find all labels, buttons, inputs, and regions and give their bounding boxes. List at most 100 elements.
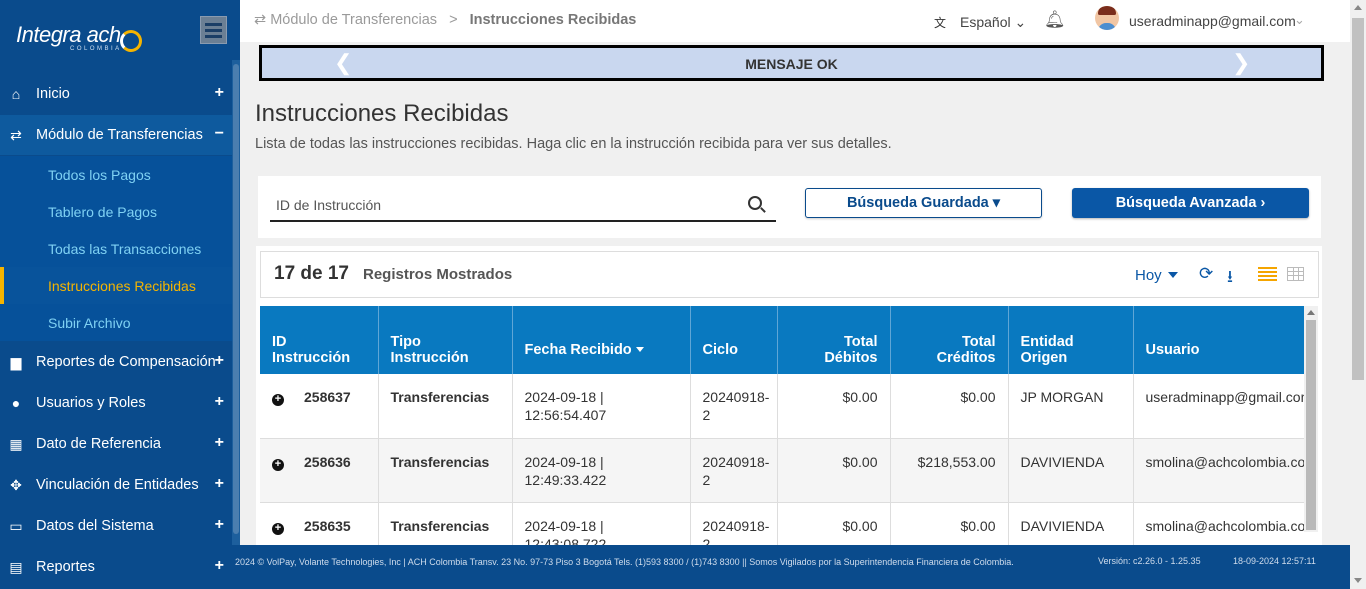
scroll-up-icon[interactable] — [1354, 5, 1362, 10]
scroll-down-icon[interactable] — [1354, 578, 1362, 583]
integra-ach-logo[interactable]: Integra ach COLOMBIA — [16, 22, 166, 62]
sidebar-subitem-instrucciones-recibidas[interactable]: Instrucciones Recibidas — [0, 267, 240, 304]
bell-icon[interactable]: 🔔︎ — [1044, 10, 1066, 30]
page-subtitle: Lista de todas las instrucciones recibid… — [255, 136, 892, 152]
column-header-entidad[interactable]: Entidad Origen — [1008, 306, 1134, 374]
expand-icon[interactable]: + — [215, 393, 224, 411]
results-panel: 17 de 17 Registros Mostrados Hoy ⟳ ⭳ ID … — [256, 246, 1322, 545]
sidebar-item-vinculacion-entidades[interactable]: ✥ Vinculación de Entidades + — [0, 465, 232, 505]
cell-entidad: DAVIVIENDA — [1008, 502, 1134, 545]
column-header-usuario[interactable]: Usuario — [1133, 306, 1304, 374]
sidebar-subitem-todas-las-transacciones[interactable]: Todas las Transacciones — [0, 230, 232, 267]
scrollbar-thumb[interactable] — [233, 64, 239, 534]
record-count: 17 de 17 — [274, 263, 349, 284]
grid-view-icon[interactable] — [1287, 267, 1304, 281]
cell-id-value: 258637 — [304, 389, 351, 405]
cell-entidad: JP MORGAN — [1008, 374, 1134, 439]
sidebar-subitem-tablero-de-pagos[interactable]: Tablero de Pagos — [0, 193, 232, 230]
table-scrollbar[interactable] — [1304, 306, 1318, 532]
sidebar-item-label: Usuarios y Roles — [36, 395, 146, 411]
cell-id-value: 258635 — [304, 517, 351, 534]
chevron-right-icon[interactable]: ❯ — [1232, 50, 1250, 76]
expand-row-icon[interactable]: + — [272, 458, 284, 471]
cell-creditos: $0.00 — [890, 374, 1009, 439]
file-icon: ▆ — [10, 353, 22, 370]
refresh-icon[interactable]: ⟳ — [1199, 264, 1213, 284]
menu-bar — [205, 22, 222, 26]
cell-id: +258637 — [260, 374, 379, 439]
link-icon: ✥ — [10, 476, 22, 493]
table-row[interactable]: +258635 Transferencias 2024-09-18 | 12:4… — [260, 502, 1304, 545]
results-header: 17 de 17 Registros Mostrados Hoy ⟳ ⭳ — [260, 251, 1319, 298]
avatar[interactable] — [1095, 6, 1119, 30]
breadcrumb: ⇄ Módulo de Transferencias > Instruccion… — [254, 12, 636, 28]
table-row[interactable]: +258637 Transferencias 2024-09-18 | 12:5… — [260, 374, 1304, 439]
sidebar-item-reportes[interactable]: ▤ Reportes + — [0, 547, 232, 587]
translate-icon: 文 — [934, 16, 947, 30]
table-row[interactable]: +258636 Transferencias 2024-09-18 | 12:4… — [260, 438, 1304, 503]
period-filter-dropdown[interactable]: Hoy — [1135, 267, 1178, 284]
sidebar-scrollbar[interactable] — [232, 60, 240, 545]
scroll-up-icon[interactable] — [1307, 310, 1315, 315]
column-header-tipo[interactable]: Tipo Instrucción — [378, 306, 513, 374]
footer-copyright: 2024 © VolPay, Volante Technologies, Inc… — [235, 557, 1014, 567]
sidebar-item-inicio[interactable]: ⌂ Inicio + — [0, 74, 232, 114]
breadcrumb-current: Instrucciones Recibidas — [469, 12, 637, 28]
sidebar-item-label: Dato de Referencia — [36, 436, 161, 452]
breadcrumb-parent[interactable]: Módulo de Transferencias — [270, 12, 437, 28]
monitor-icon: ▭ — [9, 517, 23, 534]
page-scrollbar[interactable] — [1350, 0, 1366, 589]
expand-row-icon[interactable]: + — [272, 394, 284, 406]
sidebar-item-modulo-transferencias[interactable]: ⇄ Módulo de Transferencias − — [0, 115, 232, 155]
expand-icon[interactable]: + — [215, 475, 224, 493]
instruction-id-search-input[interactable] — [270, 190, 776, 222]
download-icon[interactable]: ⭳ — [1227, 264, 1233, 293]
user-email[interactable]: useradminapp@gmail.com — [1129, 13, 1296, 29]
expand-icon[interactable]: + — [215, 516, 224, 534]
hamburger-menu-button[interactable] — [200, 16, 227, 44]
expand-icon[interactable]: + — [215, 434, 224, 452]
advanced-search-button[interactable]: Búsqueda Avanzada › — [1072, 188, 1309, 218]
sidebar-item-usuarios-roles[interactable]: ● Usuarios y Roles + — [0, 383, 232, 423]
sidebar-item-label: Reportes de Compensación — [36, 354, 216, 370]
scrollbar-thumb[interactable] — [1306, 320, 1316, 530]
column-header-ciclo[interactable]: Ciclo — [690, 306, 778, 374]
column-header-creditos[interactable]: Total Créditos — [890, 306, 1009, 374]
language-selector[interactable]: 文 Español ⌄ — [934, 14, 1026, 31]
sidebar-item-reportes-compensacion[interactable]: ▆ Reportes de Compensación + — [0, 342, 232, 382]
sidebar-item-label: Inicio — [36, 86, 70, 102]
collapse-icon[interactable]: − — [215, 125, 224, 143]
expand-icon[interactable]: + — [215, 84, 224, 102]
sidebar-item-datos-sistema[interactable]: ▭ Datos del Sistema + — [0, 506, 232, 546]
users-icon: ● — [11, 395, 21, 411]
expand-icon[interactable]: + — [215, 557, 224, 575]
sidebar-subitem-todos-los-pagos[interactable]: Todos los Pagos — [0, 156, 232, 193]
chevron-down-icon[interactable]: ⌄ — [1294, 12, 1305, 28]
report-icon: ▤ — [9, 558, 23, 575]
list-view-icon[interactable] — [1258, 267, 1277, 282]
instructions-table: ID Instrucción Tipo Instrucción Fecha Re… — [260, 306, 1304, 545]
cell-tipo: Transferencias — [378, 374, 513, 439]
cell-debitos: $0.00 — [777, 438, 891, 503]
language-label: Español — [960, 14, 1011, 30]
column-header-id[interactable]: ID Instrucción — [260, 306, 379, 374]
home-icon: ⌂ — [11, 86, 21, 102]
banner-message: MENSAJE OK — [745, 56, 838, 72]
column-header-fecha[interactable]: Fecha Recibido — [512, 306, 691, 374]
expand-row-icon[interactable]: + — [272, 522, 284, 535]
footer-date: 18-09-2024 12:57:11 — [1233, 556, 1316, 566]
saved-search-button[interactable]: Búsqueda Guardada ▾ — [805, 188, 1042, 218]
column-header-debitos[interactable]: Total Débitos — [777, 306, 891, 374]
cell-tipo: Transferencias — [378, 438, 513, 503]
expand-icon[interactable]: + — [215, 352, 224, 370]
search-panel: Búsqueda Guardada ▾ Búsqueda Avanzada › — [258, 176, 1321, 238]
scrollbar-thumb[interactable] — [1352, 18, 1364, 380]
cell-usuario: smolina@achcolombia.com — [1133, 502, 1304, 545]
menu-bar — [205, 28, 222, 32]
search-icon[interactable] — [748, 196, 762, 210]
cell-debitos: $0.00 — [777, 502, 891, 545]
sidebar-item-dato-referencia[interactable]: ▦ Dato de Referencia + — [0, 424, 232, 464]
cell-ciclo: 20240918-2 — [690, 374, 778, 439]
sidebar-subitem-subir-archivo[interactable]: Subir Archivo — [0, 304, 232, 341]
sidebar-item-label: Módulo de Transferencias — [36, 127, 203, 143]
